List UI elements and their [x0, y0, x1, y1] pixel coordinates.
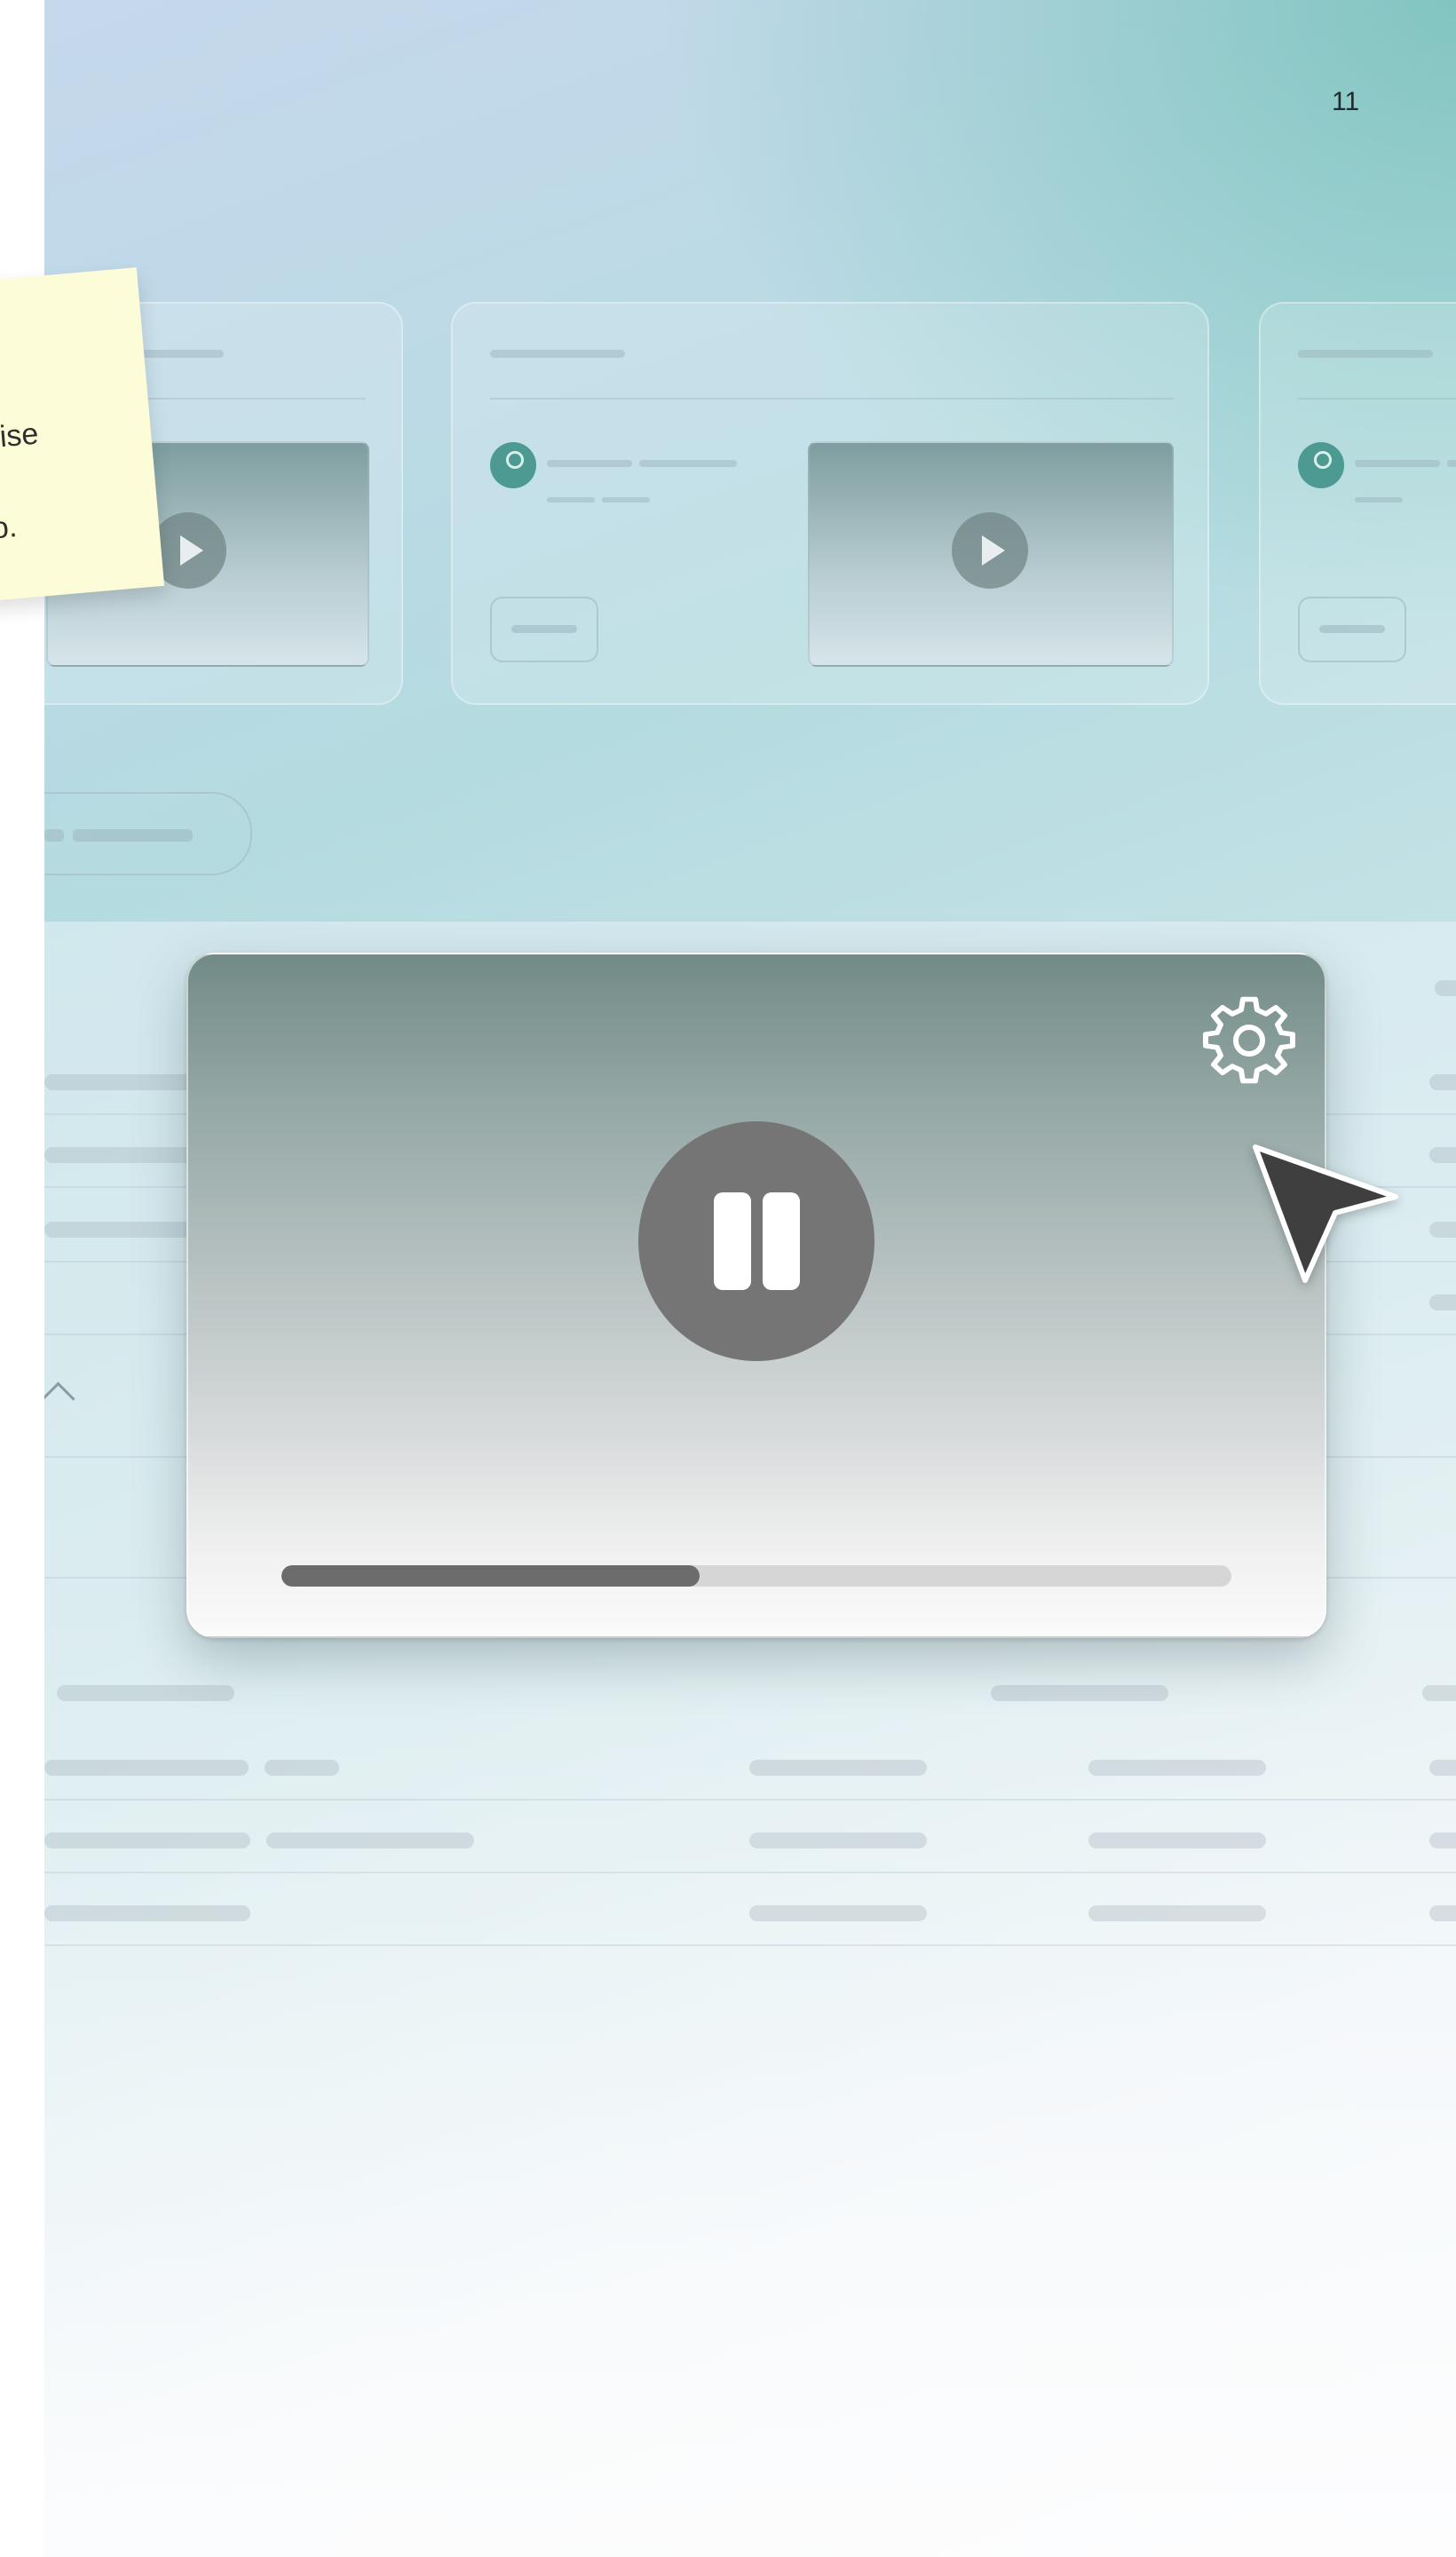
avatar	[1298, 442, 1344, 488]
row-cell-placeholder	[749, 1905, 927, 1921]
video-card-placeholder	[451, 302, 1209, 705]
progress-fill	[281, 1565, 700, 1587]
avatar	[490, 442, 536, 488]
row-cell-placeholder	[1088, 1905, 1266, 1921]
sticky-note: ise o.	[0, 267, 165, 610]
sticky-note-text: ise	[0, 416, 40, 455]
row-cell-placeholder	[1429, 1074, 1456, 1090]
row-cell-placeholder	[749, 1760, 927, 1776]
card-action-button	[490, 597, 598, 662]
arrow-pointer-icon	[1253, 1144, 1398, 1283]
row-cell-placeholder	[1429, 1294, 1456, 1310]
row-cell-placeholder	[1429, 1147, 1456, 1163]
pause-button[interactable]	[638, 1121, 874, 1361]
author-name-placeholder	[547, 460, 632, 467]
pill-icon-placeholder	[44, 829, 64, 842]
row-cell-placeholder	[1429, 1222, 1456, 1238]
pause-icon	[763, 1192, 800, 1290]
meta-placeholder	[547, 497, 595, 503]
column-header-placeholder	[1422, 1685, 1456, 1701]
column-header-placeholder	[1435, 980, 1456, 996]
pill-label-placeholder	[73, 829, 193, 842]
row-cell-placeholder	[749, 1833, 927, 1848]
row-cell-placeholder	[44, 1905, 250, 1921]
author-name-placeholder	[1355, 460, 1440, 467]
sticky-note-text: o.	[0, 510, 19, 546]
meta-placeholder	[1355, 497, 1403, 503]
column-header-placeholder	[57, 1685, 234, 1701]
card-title-placeholder	[490, 350, 625, 358]
meta-placeholder	[602, 497, 650, 503]
card-title-placeholder	[1298, 350, 1433, 358]
card-divider	[1298, 398, 1456, 400]
row-cell-placeholder	[44, 1833, 250, 1848]
table-divider	[44, 1872, 1456, 1873]
video-card-placeholder	[1259, 302, 1456, 705]
gear-icon	[1203, 996, 1295, 1084]
table-divider	[44, 1799, 1456, 1801]
row-cell-placeholder	[265, 1760, 339, 1776]
row-cell-placeholder	[44, 1760, 249, 1776]
card-divider	[490, 398, 1174, 400]
author-meta-placeholder	[1447, 460, 1456, 467]
row-cell-placeholder	[266, 1833, 474, 1848]
table-divider	[44, 1944, 1456, 1946]
row-cell-placeholder	[1429, 1833, 1456, 1848]
video-thumbnail	[808, 441, 1174, 667]
column-header-placeholder	[991, 1685, 1168, 1701]
card-action-button	[1298, 597, 1406, 662]
page-number: 11	[1332, 87, 1360, 116]
author-meta-placeholder	[639, 460, 737, 467]
row-cell-placeholder	[1088, 1833, 1266, 1848]
filter-pill-placeholder	[44, 792, 252, 875]
row-cell-placeholder	[1088, 1760, 1266, 1776]
pause-icon	[714, 1192, 751, 1290]
progress-bar[interactable]	[281, 1565, 1231, 1587]
settings-button[interactable]	[1200, 992, 1298, 1089]
video-player[interactable]	[186, 953, 1326, 1638]
row-cell-placeholder	[1429, 1760, 1456, 1776]
row-cell-placeholder	[1429, 1905, 1456, 1921]
play-icon	[952, 512, 1028, 589]
